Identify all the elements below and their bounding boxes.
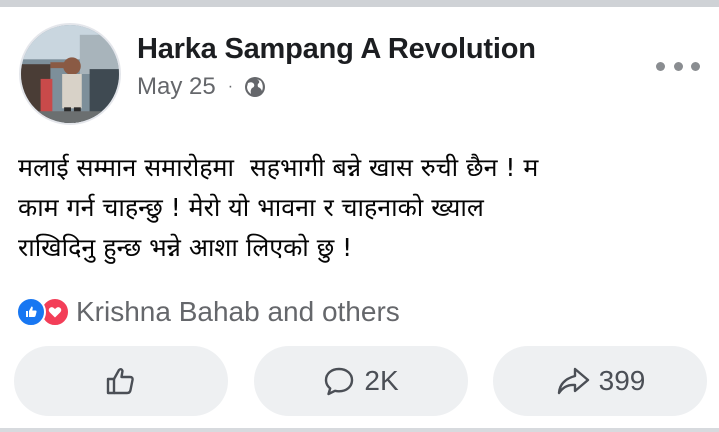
dot-icon <box>656 61 665 71</box>
post-meta: May 25 · <box>137 72 267 102</box>
post-date[interactable]: May 25 <box>137 73 216 101</box>
like-reaction-icon <box>16 297 46 327</box>
reaction-names[interactable]: Krishna Bahab and others <box>76 296 400 328</box>
bottom-separator <box>0 428 719 432</box>
dot-icon <box>691 61 700 71</box>
comment-icon <box>322 364 356 398</box>
author-name[interactable]: Harka Sampang A Revolution <box>137 33 536 66</box>
comment-count: 2K <box>364 365 399 396</box>
reaction-summary[interactable]: Krishna Bahab and others <box>16 295 400 329</box>
more-options-icon[interactable] <box>656 56 700 76</box>
share-count: 399 <box>598 365 646 396</box>
like-button[interactable] <box>14 346 228 416</box>
action-bar: 2K 399 <box>14 346 707 416</box>
comment-button[interactable]: 2K <box>253 346 468 416</box>
thumbs-up-icon <box>104 364 138 398</box>
share-icon <box>555 364 591 398</box>
top-separator <box>0 0 719 7</box>
avatar[interactable] <box>19 23 121 125</box>
meta-separator: · <box>227 78 234 95</box>
share-button[interactable]: 399 <box>493 346 707 416</box>
dot-icon <box>673 61 683 71</box>
post-text: मलाई सम्मान समारोहमा सहभागी बन्ने खास रु… <box>18 153 539 262</box>
globe-icon <box>243 75 267 99</box>
